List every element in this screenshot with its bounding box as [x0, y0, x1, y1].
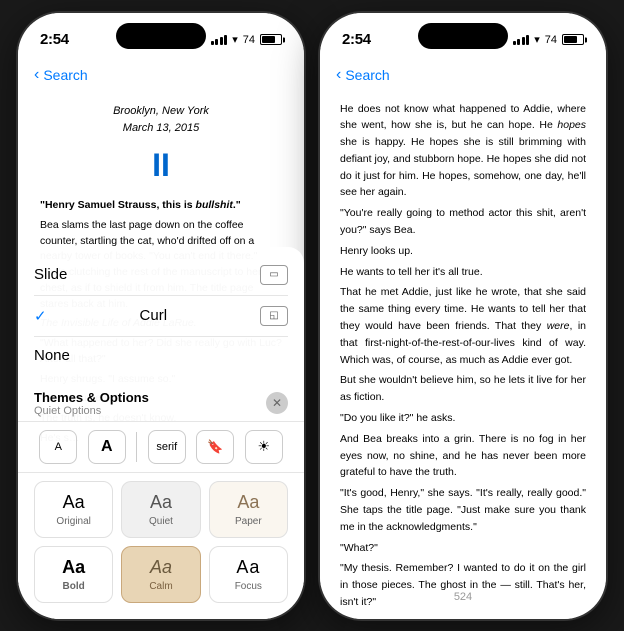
theme-focus-name: Focus	[235, 581, 262, 592]
back-label-left: Search	[43, 67, 87, 83]
theme-paper-aa: Aa	[237, 492, 259, 513]
theme-original-name: Original	[56, 516, 90, 527]
theme-quiet[interactable]: Aa Quiet	[121, 481, 200, 538]
back-button-right[interactable]: ‹ Search	[336, 66, 390, 84]
book-text-right: He does not know what happened to Addie,…	[340, 101, 586, 609]
slide-icon: ▭	[260, 265, 288, 285]
top-nav-left: ‹ Search	[18, 57, 304, 93]
time-left: 2:54	[40, 31, 69, 48]
theme-calm-name: Calm	[149, 581, 172, 592]
curl-icon: ◱	[260, 306, 288, 326]
chapter-number: II	[40, 141, 282, 191]
overlay-panel: Slide ▭ ✓ Curl ◱ None	[18, 247, 304, 619]
battery-text-left: 74	[243, 34, 255, 46]
theme-bold[interactable]: Aa Bold	[34, 546, 113, 603]
font-bookmark-button[interactable]: 🔖	[196, 430, 234, 464]
theme-quiet-name: Quiet	[149, 516, 173, 527]
themes-header: Themes & Options Quiet Options ✕	[18, 382, 304, 422]
status-icons-left: ▾ 74	[211, 33, 282, 46]
theme-bold-name: Bold	[63, 581, 85, 592]
font-divider	[136, 432, 137, 462]
brightness-button[interactable]: ☀	[245, 430, 283, 464]
time-right: 2:54	[342, 31, 371, 48]
dynamic-island-right	[418, 23, 508, 49]
font-serif-button[interactable]: serif	[148, 430, 186, 464]
back-chevron-right: ‹	[336, 66, 341, 84]
close-panel-button[interactable]: ✕	[266, 392, 288, 414]
signal-icon-right	[513, 34, 530, 45]
theme-focus-aa: Aa	[236, 557, 260, 578]
right-phone: 2:54 ▾ 74 ‹	[318, 11, 608, 621]
slide-option-curl[interactable]: ✓ Curl ◱	[34, 296, 288, 337]
left-phone-screen: 2:54 ▾ 74 ‹	[18, 13, 304, 619]
book-location: Brooklyn, New York March 13, 2015	[40, 103, 282, 137]
right-phone-screen: 2:54 ▾ 74 ‹	[320, 13, 606, 619]
font-increase-button[interactable]: A	[88, 430, 126, 464]
themes-subtitle: Quiet Options	[34, 405, 149, 417]
curl-label: Curl	[140, 307, 168, 324]
theme-paper-name: Paper	[235, 516, 262, 527]
phones-container: 2:54 ▾ 74 ‹	[16, 11, 608, 621]
battery-icon-right	[562, 34, 584, 45]
theme-calm-aa: Aa	[150, 557, 172, 578]
theme-focus[interactable]: Aa Focus	[209, 546, 288, 603]
slide-option-none[interactable]: None	[34, 337, 288, 374]
book-content-right: He does not know what happened to Addie,…	[320, 93, 606, 609]
back-label-right: Search	[345, 67, 389, 83]
wifi-icon: ▾	[232, 33, 238, 46]
top-nav-right: ‹ Search	[320, 57, 606, 93]
back-chevron-left: ‹	[34, 66, 39, 84]
theme-original-aa: Aa	[63, 492, 85, 513]
signal-icon	[211, 34, 228, 45]
battery-text-right: 74	[545, 34, 557, 46]
theme-original[interactable]: Aa Original	[34, 481, 113, 538]
themes-grid: Aa Original Aa Quiet Aa Paper Aa Bold	[18, 473, 304, 619]
theme-paper[interactable]: Aa Paper	[209, 481, 288, 538]
back-button-left[interactable]: ‹ Search	[34, 66, 88, 84]
font-controls: A A serif 🔖 ☀	[18, 422, 304, 473]
theme-calm[interactable]: Aa Calm	[121, 546, 200, 603]
slide-label: Slide	[34, 266, 67, 283]
left-phone: 2:54 ▾ 74 ‹	[16, 11, 306, 621]
wifi-icon-right: ▾	[534, 33, 540, 46]
themes-title: Themes & Options	[34, 390, 149, 405]
font-decrease-button[interactable]: A	[39, 430, 77, 464]
slide-option-slide[interactable]: Slide ▭	[34, 255, 288, 296]
status-icons-right: ▾ 74	[513, 33, 584, 46]
page-number: 524	[320, 591, 606, 603]
theme-bold-aa: Aa	[62, 557, 85, 578]
none-label: None	[34, 347, 70, 364]
battery-icon-left	[260, 34, 282, 45]
slide-options: Slide ▭ ✓ Curl ◱ None	[18, 247, 304, 382]
theme-quiet-aa: Aa	[150, 492, 172, 513]
curl-check: ✓	[34, 307, 47, 325]
dynamic-island-left	[116, 23, 206, 49]
